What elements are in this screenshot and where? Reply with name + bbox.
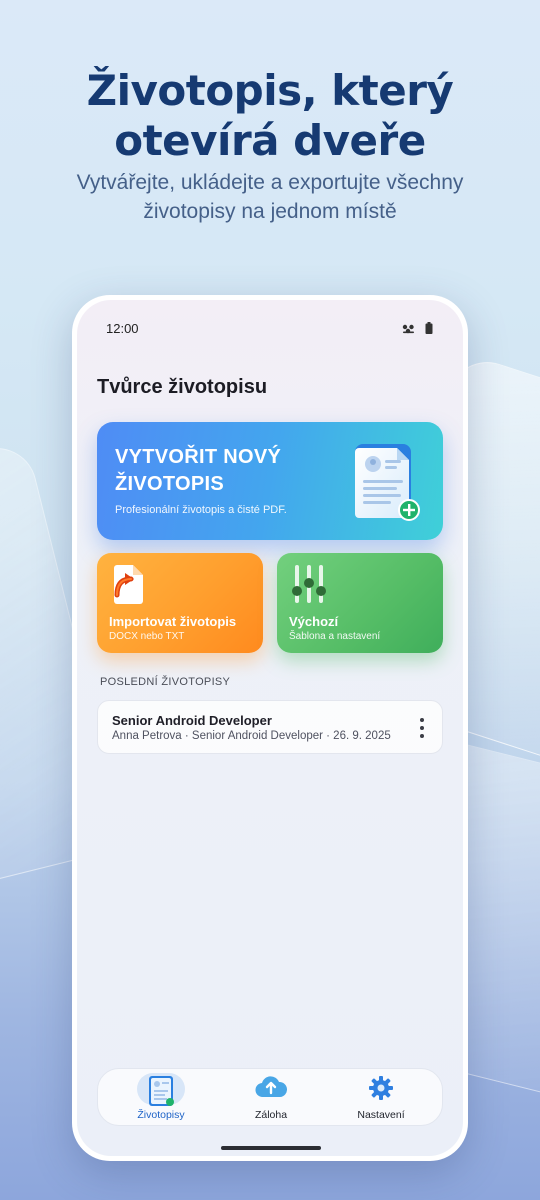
nav-item-backup[interactable]: Záloha	[216, 1069, 326, 1127]
battery-icon	[425, 321, 433, 339]
phone-frame: 12:00 Tvůrce životopisu VYTVOŘIT NOVÝ ŽI…	[72, 295, 468, 1161]
app-screen: 12:00 Tvůrce životopisu VYTVOŘIT NOVÝ ŽI…	[77, 300, 463, 1156]
nav-item-settings[interactable]: Nastavení	[326, 1069, 436, 1127]
status-time: 12:00	[106, 321, 139, 336]
default-tile-subtitle: Šablona a nastavení	[289, 631, 381, 642]
recent-section-label: POSLEDNÍ ŽIVOTOPISY	[100, 676, 231, 688]
nav-label-settings: Nastavení	[357, 1109, 405, 1121]
nav-label-backup: Záloha	[254, 1109, 288, 1121]
app-title: Tvůrce životopisu	[97, 376, 268, 398]
hero-title: VYTVOŘIT NOVÝ ŽIVOTOPIS	[115, 446, 282, 495]
import-document-icon	[109, 563, 145, 610]
new-resume-icon	[351, 442, 421, 527]
status-icons	[402, 321, 433, 339]
resumes-icon	[148, 1075, 174, 1112]
nav-item-resumes[interactable]: Životopisy	[106, 1069, 216, 1127]
list-item[interactable]: Senior Android Developer Anna Petrova · …	[97, 700, 443, 754]
import-tile-title: Importovat životopis	[109, 614, 237, 629]
nav-label-resumes: Životopisy	[137, 1109, 185, 1121]
bottom-navigation: Životopisy Záloha Nastavení	[97, 1068, 443, 1126]
cloud-upload-icon	[255, 1075, 288, 1104]
resume-meta: Anna Petrova · Senior Android Developer …	[112, 730, 391, 742]
marketing-headline: Životopis, který otevírá dveře	[86, 66, 454, 165]
gear-icon	[368, 1075, 394, 1106]
import-resume-button[interactable]: Importovat životopis DOCX nebo TXT	[97, 553, 263, 653]
default-template-button[interactable]: Výchozí Šablona a nastavení	[277, 553, 443, 653]
marketing-subline: Vytvářejte, ukládejte a exportujte všech…	[76, 171, 464, 223]
home-indicator[interactable]	[221, 1146, 321, 1150]
sliders-icon	[289, 563, 329, 610]
create-new-resume-button[interactable]: VYTVOŘIT NOVÝ ŽIVOTOPIS Profesionální ži…	[97, 422, 443, 540]
resume-title: Senior Android Developer	[112, 713, 272, 728]
signal-icon	[402, 321, 415, 339]
import-tile-subtitle: DOCX nebo TXT	[109, 631, 185, 642]
more-options-icon[interactable]	[418, 718, 426, 738]
default-tile-title: Výchozí	[289, 614, 339, 629]
hero-subtitle: Profesionální životopis a čisté PDF.	[115, 504, 287, 516]
